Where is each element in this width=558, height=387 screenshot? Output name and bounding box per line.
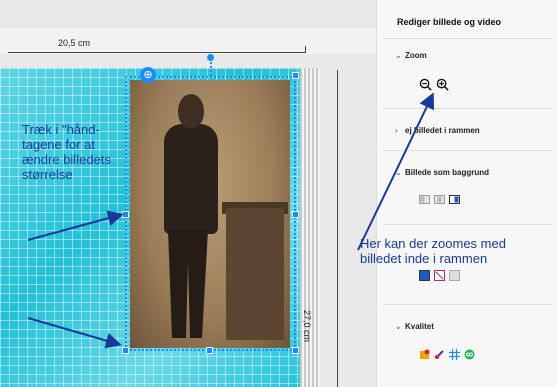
ruler-tick (305, 46, 306, 53)
brush-icon[interactable] (434, 349, 445, 360)
quality-tools (419, 349, 475, 360)
section-background[interactable]: ⌄ Billede som baggrund (395, 168, 489, 177)
width-label: 20,5 cm (58, 38, 91, 48)
vertical-ruler-line (337, 70, 338, 387)
fill-right-icon[interactable] (449, 194, 460, 205)
editor-canvas[interactable]: 20,5 cm ⊕ 27,0 cm Træk i "hånd-tagene fo… (0, 0, 376, 387)
section-quality[interactable]: ⌄ Kvalitet (395, 322, 434, 331)
divider (383, 224, 552, 225)
zoom-out-icon[interactable] (419, 78, 432, 91)
enhance-icon[interactable] (464, 349, 475, 360)
resize-handle-top-right[interactable] (292, 72, 299, 79)
zoom-in-icon[interactable] (436, 78, 449, 91)
panel-title: Rediger billede og video (397, 17, 502, 27)
fill-left-icon[interactable] (419, 194, 430, 205)
photo-frame-selection[interactable] (125, 76, 296, 351)
zoom-hint-text: Her kan der zoomes med billedet inde i r… (360, 236, 506, 266)
edit-panel: Rediger billede og video ⌄ Zoom › ej bille… (376, 0, 558, 387)
frame-tools (419, 270, 460, 281)
divider (383, 304, 552, 305)
grid-icon[interactable] (449, 349, 460, 360)
chevron-down-icon: ⌄ (395, 168, 402, 177)
resize-hint-text: Træk i "hånd-tagene for at ændre billede… (22, 122, 111, 182)
resize-handle-bottom-right[interactable] (292, 347, 299, 354)
divider (383, 150, 552, 151)
chevron-down-icon: ⌄ (395, 51, 402, 60)
resize-handle-bottom[interactable] (206, 347, 213, 354)
divider (383, 38, 552, 39)
rotate-handle-icon[interactable]: ⊕ (140, 67, 156, 83)
frame-c-icon[interactable] (449, 270, 460, 281)
divider (383, 108, 552, 109)
resize-handle-bottom-left[interactable] (122, 347, 129, 354)
chevron-right-icon: › (395, 126, 398, 135)
section-move-image[interactable]: › ej billedet i rammen (395, 126, 480, 135)
resize-handle-right[interactable] (292, 211, 299, 218)
horizontal-ruler: 20,5 cm (0, 28, 376, 54)
section-zoom[interactable]: ⌄ Zoom (395, 51, 427, 60)
frame-a-icon[interactable] (419, 270, 430, 281)
top-resize-handle[interactable] (207, 54, 214, 61)
height-label: 27,0 cm (301, 310, 312, 343)
fill-center-icon[interactable] (434, 194, 445, 205)
chevron-down-icon: ⌄ (395, 322, 402, 331)
background-tools (419, 194, 460, 205)
zoom-tools (419, 78, 449, 91)
resize-handle-left[interactable] (122, 211, 129, 218)
remove-red-eye-icon[interactable] (419, 349, 430, 360)
ruler-line (8, 52, 306, 53)
frame-b-icon[interactable] (434, 270, 445, 281)
